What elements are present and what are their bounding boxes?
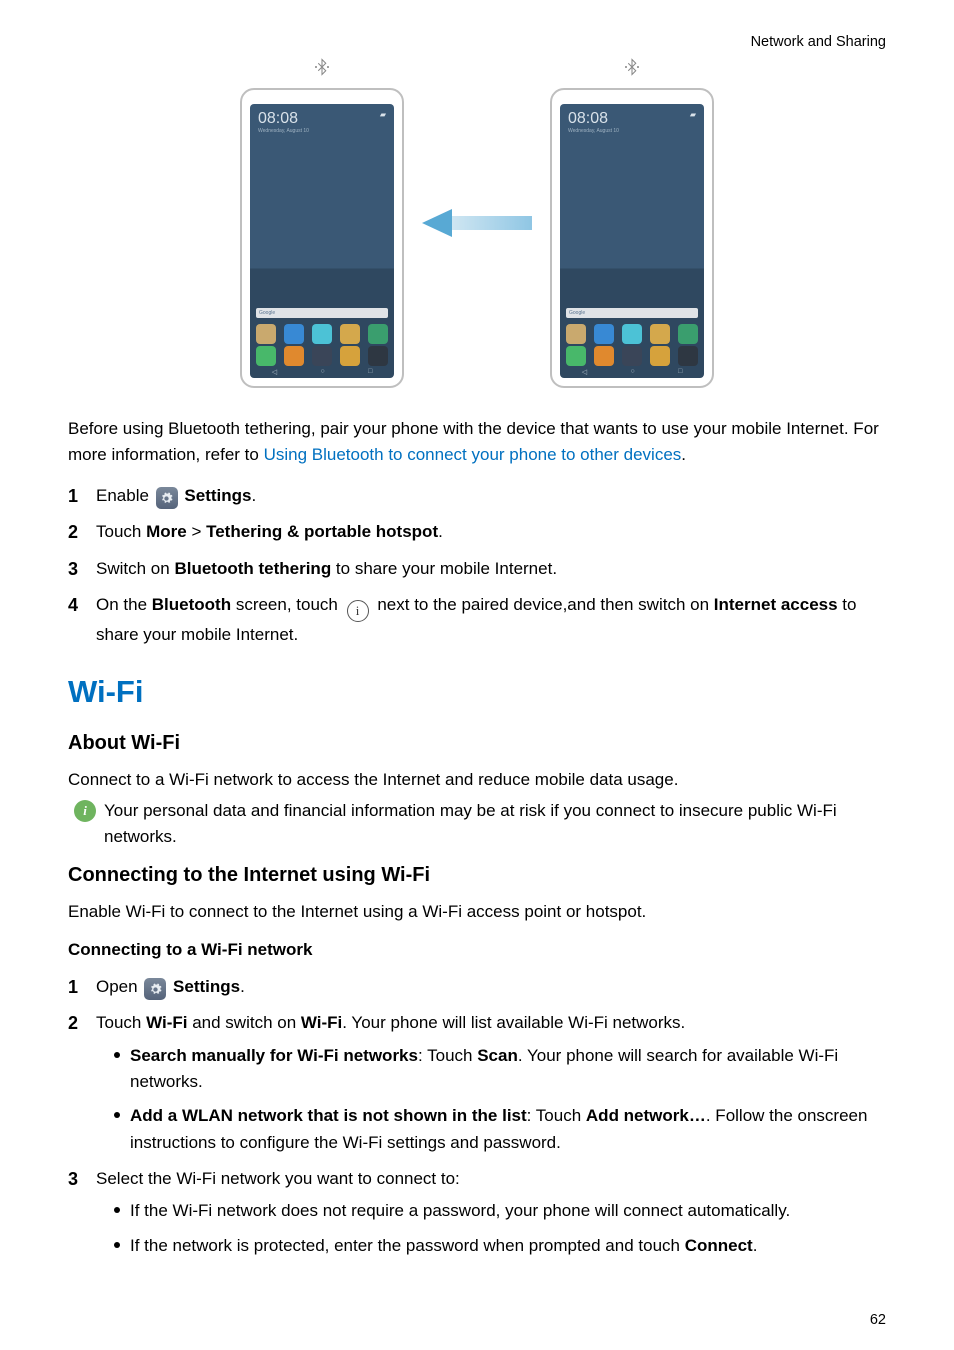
bullet-search-manually: Search manually for Wi-Fi networks: Touc… bbox=[114, 1043, 886, 1096]
phone-time: 08:08 bbox=[258, 110, 298, 128]
info-circle-icon: i bbox=[347, 600, 369, 622]
page-number: 62 bbox=[870, 1312, 886, 1328]
phone-time: 08:08 bbox=[568, 110, 608, 128]
bullet-add-wlan: Add a WLAN network that is not shown in … bbox=[114, 1103, 886, 1156]
subheading-connecting-wifi: Connecting to the Internet using Wi-Fi bbox=[68, 864, 886, 887]
subsub-connecting-network: Connecting to a Wi-Fi network bbox=[68, 940, 886, 960]
step-3: Switch on Bluetooth tethering to share y… bbox=[68, 556, 886, 582]
bluetooth-tethering-steps: Enable Settings. Touch More > Tethering … bbox=[68, 483, 886, 649]
info-callout-text: Your personal data and financial informa… bbox=[104, 798, 886, 851]
step-1: Enable Settings. bbox=[68, 483, 886, 510]
phone-left: 08:08 Wednesday, August 10 ▰ Google ◁○□ bbox=[240, 88, 404, 388]
step-2: Touch More > Tethering & portable hotspo… bbox=[68, 519, 886, 545]
step-4: On the Bluetooth screen, touch i next to… bbox=[68, 592, 886, 648]
phone-search: Google bbox=[256, 308, 388, 318]
phone-right-wrap: 08:08 Wednesday, August 10 ▰ Google ◁○□ bbox=[550, 58, 714, 388]
bluetooth-icon bbox=[313, 58, 331, 82]
connecting-wifi-text: Enable Wi-Fi to connect to the Internet … bbox=[68, 899, 886, 925]
breadcrumb: Network and Sharing bbox=[68, 34, 886, 50]
phone-app-row bbox=[566, 324, 698, 344]
phone-date: Wednesday, August 10 bbox=[568, 128, 619, 134]
wifi-step-1: Open Settings. bbox=[68, 974, 886, 1001]
tethering-figure: 08:08 Wednesday, August 10 ▰ Google ◁○□ bbox=[68, 58, 886, 388]
wifi-connect-steps: Open Settings. Touch Wi-Fi and switch on… bbox=[68, 974, 886, 1259]
arrow-left-icon bbox=[422, 209, 532, 237]
bullet-protected: If the network is protected, enter the p… bbox=[114, 1233, 886, 1259]
info-callout: i Your personal data and financial infor… bbox=[68, 798, 886, 851]
signal-icon: ▰ bbox=[380, 110, 386, 119]
section-title-wifi: Wi-Fi bbox=[68, 674, 886, 710]
phone-left-wrap: 08:08 Wednesday, August 10 ▰ Google ◁○□ bbox=[240, 58, 404, 388]
about-wifi-text: Connect to a Wi-Fi network to access the… bbox=[68, 767, 886, 793]
subheading-about-wifi: About Wi-Fi bbox=[68, 732, 886, 755]
settings-icon bbox=[144, 978, 166, 1000]
intro-paragraph: Before using Bluetooth tethering, pair y… bbox=[68, 416, 886, 469]
info-badge-icon: i bbox=[74, 800, 96, 822]
link-bluetooth-connect[interactable]: Using Bluetooth to connect your phone to… bbox=[264, 445, 682, 464]
wifi-step-3: Select the Wi-Fi network you want to con… bbox=[68, 1166, 886, 1259]
phone-search: Google bbox=[566, 308, 698, 318]
phone-app-row bbox=[256, 324, 388, 344]
bluetooth-icon bbox=[623, 58, 641, 82]
bullet-no-password: If the Wi-Fi network does not require a … bbox=[114, 1198, 886, 1224]
wifi-step-3-bullets: If the Wi-Fi network does not require a … bbox=[114, 1198, 886, 1259]
settings-icon bbox=[156, 487, 178, 509]
wifi-step-2-bullets: Search manually for Wi-Fi networks: Touc… bbox=[114, 1043, 886, 1156]
document-page: Network and Sharing 08:08 Wednesday, Aug… bbox=[0, 0, 954, 1350]
phone-dock bbox=[566, 346, 698, 366]
phone-dock bbox=[256, 346, 388, 366]
signal-icon: ▰ bbox=[690, 110, 696, 119]
phone-right: 08:08 Wednesday, August 10 ▰ Google ◁○□ bbox=[550, 88, 714, 388]
wifi-step-2: Touch Wi-Fi and switch on Wi-Fi. Your ph… bbox=[68, 1010, 886, 1156]
phone-date: Wednesday, August 10 bbox=[258, 128, 309, 134]
